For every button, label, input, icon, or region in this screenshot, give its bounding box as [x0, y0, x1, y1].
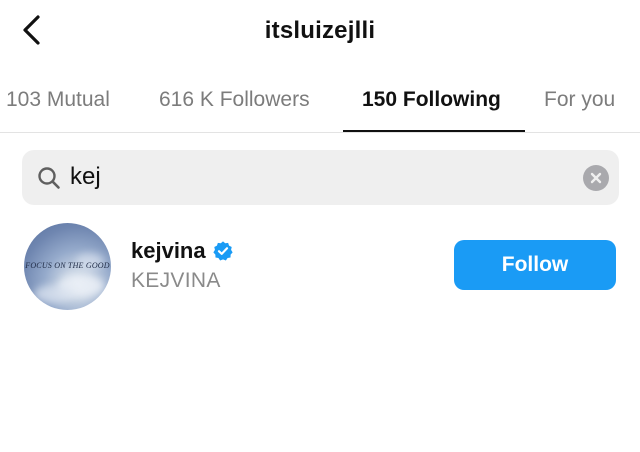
active-tab-indicator [343, 130, 525, 132]
clear-icon [590, 172, 602, 184]
search-icon [38, 167, 60, 189]
clear-search-button[interactable] [583, 165, 609, 191]
avatar-text: FOCUS ON THE GOOD [25, 261, 110, 270]
username-line: kejvina [131, 238, 234, 264]
full-name: KEJVINA [131, 269, 221, 292]
follow-button[interactable]: Follow [454, 240, 616, 290]
tab-mutual[interactable]: 103 Mutual [6, 88, 110, 112]
search-input[interactable] [70, 158, 550, 196]
following-screen: itsluizejlli 103 Mutual 616 K Followers … [0, 0, 640, 452]
tab-for-you[interactable]: For you [544, 88, 615, 112]
list-item[interactable]: FOCUS ON THE GOOD kejvina KEJVINA Follow [0, 218, 640, 312]
search-bar [22, 150, 619, 205]
tab-bar: 103 Mutual 616 K Followers 150 Following… [0, 64, 640, 133]
username[interactable]: kejvina [131, 238, 206, 264]
page-title: itsluizejlli [264, 17, 376, 44]
avatar[interactable]: FOCUS ON THE GOOD [24, 223, 111, 310]
tab-followers[interactable]: 616 K Followers [159, 88, 310, 112]
tab-following[interactable]: 150 Following [362, 88, 501, 112]
verified-badge-icon [212, 241, 233, 261]
header: itsluizejlli [0, 0, 640, 64]
